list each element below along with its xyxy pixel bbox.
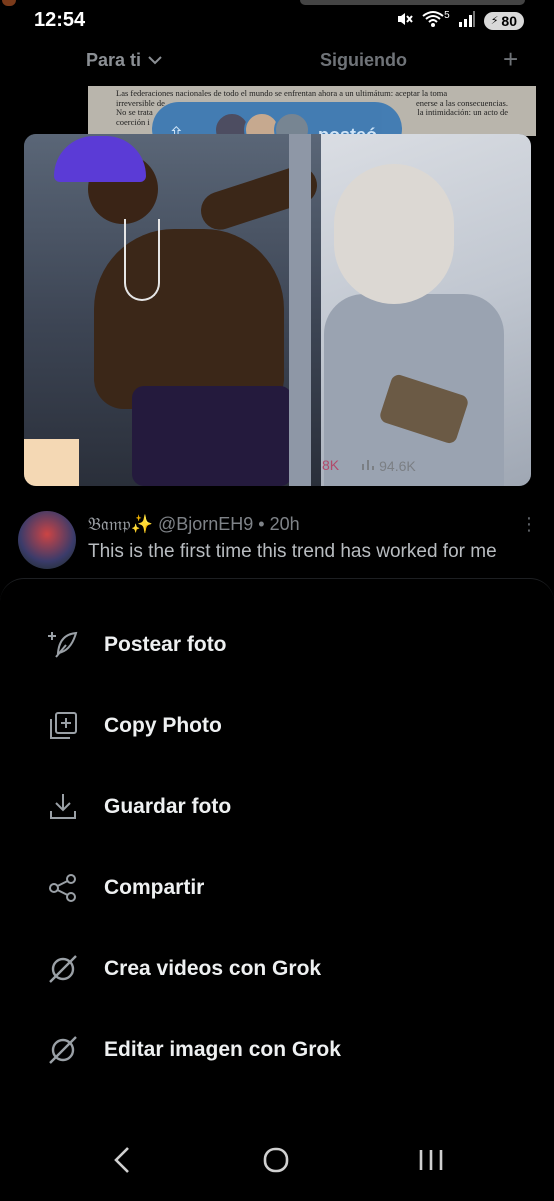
- network-label: 5: [444, 10, 450, 21]
- menu-item-share[interactable]: Compartir: [0, 858, 554, 918]
- battery-indicator: ⚡ 80: [483, 11, 524, 30]
- menu-item-copy-photo[interactable]: Copy Photo: [0, 696, 554, 756]
- views-icon: [361, 457, 375, 474]
- timeline-tabs: Para ti Siguiendo +: [0, 42, 554, 80]
- mute-icon: [396, 10, 414, 31]
- views-count[interactable]: 94.6K: [361, 457, 416, 474]
- status-icons: 5 ⚡ 80: [396, 10, 524, 31]
- likes-count[interactable]: 8K: [322, 457, 339, 474]
- tweet-header: 𝔅𝔞𝔪𝔭✨ @BjornEH9 • 20h: [88, 514, 300, 535]
- menu-label: Compartir: [104, 876, 205, 899]
- battery-charging-icon: ⚡: [490, 15, 499, 27]
- notification-indicator: [2, 0, 16, 6]
- menu-item-save-photo[interactable]: Guardar foto: [0, 777, 554, 837]
- menu-label: Crea videos con Grok: [104, 957, 322, 980]
- menu-item-grok-video[interactable]: Crea videos con Grok: [0, 939, 554, 999]
- tweet-text: This is the first time this trend has wo…: [88, 541, 497, 562]
- display-name[interactable]: 𝔅𝔞𝔪𝔭✨: [88, 514, 153, 535]
- menu-item-grok-edit[interactable]: Editar imagen con Grok: [0, 1020, 554, 1080]
- handle[interactable]: @BjornEH9: [158, 514, 253, 534]
- avatar[interactable]: [18, 511, 76, 569]
- menu-label: Copy Photo: [104, 714, 222, 737]
- photo-options-sheet: Postear foto Copy Photo Guardar foto Com…: [0, 578, 554, 1201]
- more-options-icon[interactable]: ⋮: [520, 514, 538, 535]
- tab-for-you-label: Para ti: [86, 50, 142, 70]
- menu-label: Editar imagen con Grok: [104, 1038, 341, 1061]
- post-photo-icon: [46, 628, 80, 662]
- wifi-icon: [422, 10, 444, 31]
- copy-photo-icon: [46, 709, 80, 743]
- image-left-panel: [24, 134, 322, 486]
- menu-label: Guardar foto: [104, 795, 232, 818]
- tweet-time: • 20h: [258, 514, 300, 534]
- meme-image[interactable]: [24, 134, 531, 486]
- grok-icon: [46, 1033, 80, 1067]
- status-bar: 12:54 5 ⚡ 80: [0, 0, 554, 42]
- back-icon[interactable]: [112, 1145, 132, 1180]
- status-time: 12:54: [34, 9, 86, 31]
- tab-following[interactable]: Siguiendo: [320, 50, 407, 71]
- menu-item-post-photo[interactable]: Postear foto: [0, 615, 554, 675]
- notification-pill: [300, 0, 525, 5]
- signal-icon: [458, 11, 476, 30]
- add-tab-button[interactable]: +: [503, 44, 518, 75]
- recent-apps-icon[interactable]: [418, 1148, 444, 1177]
- system-nav-bar: [0, 1135, 554, 1195]
- grok-icon: [46, 952, 80, 986]
- share-icon: [46, 871, 80, 905]
- tab-for-you[interactable]: Para ti: [86, 50, 163, 71]
- chevron-down-icon: [147, 50, 163, 71]
- menu-label: Postear foto: [104, 633, 227, 656]
- engagement-row: 8K 94.6K: [322, 457, 416, 474]
- battery-level: 80: [501, 12, 517, 29]
- home-icon[interactable]: [262, 1146, 290, 1179]
- download-icon: [46, 790, 80, 824]
- doc-line-3b: la intimidación: un acto de: [417, 107, 508, 117]
